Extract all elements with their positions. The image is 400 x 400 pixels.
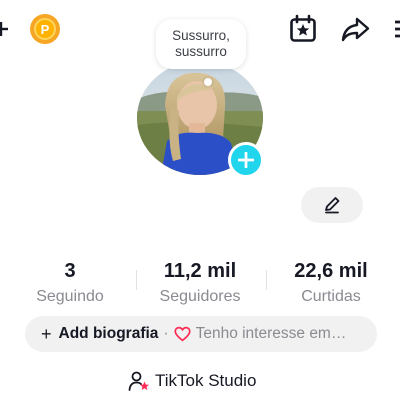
- stat-label: Seguidores: [159, 288, 241, 305]
- plus-icon: +: [41, 324, 52, 344]
- note-bubble[interactable]: Sussurro, sussurro: [156, 19, 246, 69]
- share-icon[interactable]: [340, 14, 370, 44]
- add-icon[interactable]: [0, 22, 8, 36]
- stat-label: Seguindo: [36, 288, 104, 305]
- coin-badge: P: [34, 18, 56, 40]
- stat-followers[interactable]: 11,2 mil Seguidores: [135, 258, 265, 307]
- heart-icon: [174, 326, 191, 342]
- stat-likes[interactable]: 22,6 mil Curtidas: [266, 258, 396, 307]
- menu-icon[interactable]: [390, 14, 400, 44]
- add-bio-button[interactable]: Add biografia: [59, 325, 159, 343]
- bio-pill[interactable]: + Add biografia · Tenho interesse em…: [25, 316, 377, 352]
- note-text: Sussurro, sussurro: [172, 28, 230, 59]
- stat-value: 11,2 mil: [163, 260, 237, 282]
- calendar-star-icon[interactable]: [288, 14, 318, 44]
- profile-stats: 3 Seguindo 11,2 mil Seguidores 22,6 mil …: [0, 258, 400, 308]
- edit-profile-button[interactable]: [301, 187, 363, 223]
- stat-label: Curtidas: [301, 288, 361, 305]
- stat-value: 3: [64, 260, 76, 282]
- stat-following[interactable]: 3 Seguindo: [5, 258, 135, 307]
- note-bubble-tail: [204, 78, 212, 86]
- person-star-icon: [128, 371, 149, 391]
- add-avatar-button[interactable]: [228, 142, 264, 178]
- separator: ·: [163, 325, 169, 342]
- studio-label: TikTok Studio: [155, 371, 257, 390]
- stat-value: 22,6 mil: [294, 260, 368, 282]
- pencil-icon: [325, 197, 340, 214]
- tiktok-studio-link[interactable]: TikTok Studio: [128, 369, 256, 393]
- coin-icon[interactable]: P: [30, 14, 60, 44]
- plus-icon: [238, 152, 254, 168]
- interests-button[interactable]: Tenho interesse em…: [196, 325, 347, 343]
- profile-page: P Sussurro, sussurro 3 Seguindo 11,2 mil…: [0, 0, 400, 400]
